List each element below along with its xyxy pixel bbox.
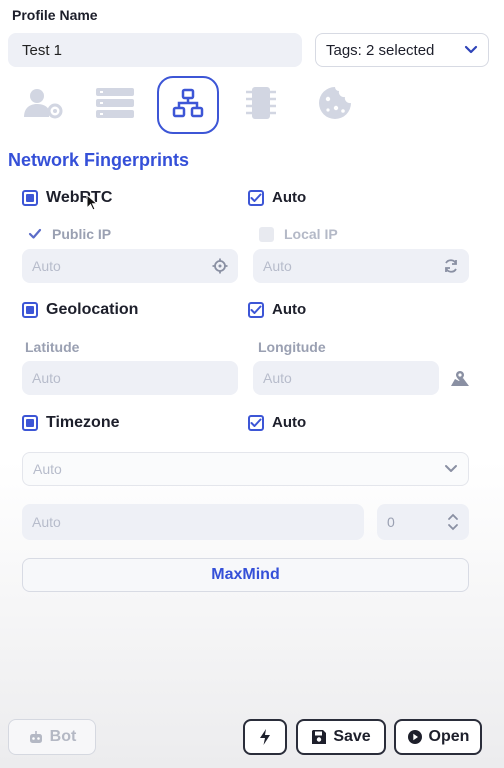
webrtc-label: WebRTC bbox=[46, 189, 113, 206]
mouse-cursor-icon bbox=[86, 194, 99, 211]
maxmind-label: MaxMind bbox=[211, 566, 280, 583]
latitude-input[interactable]: Auto bbox=[22, 361, 238, 395]
tab-profile-settings[interactable] bbox=[12, 76, 74, 134]
chevron-down-icon bbox=[445, 465, 457, 472]
public-ip-input[interactable]: Auto bbox=[22, 249, 238, 283]
open-label: Open bbox=[428, 728, 470, 745]
tab-hardware[interactable] bbox=[230, 76, 292, 134]
tags-select-label: Tags: 2 selected bbox=[326, 41, 435, 59]
profile-name-input[interactable]: Test 1 bbox=[8, 33, 302, 67]
local-ip-input[interactable]: Auto bbox=[253, 249, 469, 283]
check-icon bbox=[250, 305, 262, 314]
bot-button[interactable]: Bot bbox=[8, 719, 96, 755]
local-ip-label: Local IP bbox=[284, 226, 338, 242]
geolocation-label: Geolocation bbox=[46, 301, 139, 318]
geolocation-auto-label: Auto bbox=[272, 301, 307, 318]
refresh-icon[interactable] bbox=[443, 258, 459, 274]
check-icon bbox=[250, 193, 262, 202]
chip-icon bbox=[243, 83, 279, 128]
profile-name-label: Profile Name bbox=[12, 7, 98, 23]
bot-label: Bot bbox=[49, 728, 77, 745]
longitude-input[interactable]: Auto bbox=[253, 361, 439, 395]
geolocation-auto-checkbox[interactable] bbox=[248, 301, 264, 318]
servers-icon bbox=[94, 86, 136, 125]
webrtc-auto-toggle[interactable]: Auto bbox=[248, 189, 306, 206]
profile-name-value: Test 1 bbox=[22, 41, 63, 59]
lightning-icon bbox=[260, 729, 270, 745]
quick-action-button[interactable] bbox=[243, 719, 287, 755]
timezone-stepper[interactable]: 0 bbox=[377, 504, 469, 540]
play-circle-icon bbox=[407, 730, 422, 744]
tab-network[interactable] bbox=[157, 76, 219, 134]
check-icon bbox=[28, 228, 42, 239]
latitude-placeholder: Auto bbox=[32, 370, 61, 386]
public-ip-placeholder: Auto bbox=[32, 258, 61, 274]
geolocation-checkbox[interactable] bbox=[22, 302, 38, 318]
local-ip-checkbox[interactable] bbox=[259, 226, 274, 242]
tab-cookies[interactable] bbox=[304, 76, 366, 134]
timezone-offset-input[interactable]: Auto bbox=[22, 504, 364, 540]
timezone-checkbox[interactable] bbox=[22, 415, 38, 431]
webrtc-auto-checkbox[interactable] bbox=[248, 189, 264, 206]
geolocation-auto-toggle[interactable]: Auto bbox=[248, 301, 306, 318]
webrtc-checkbox[interactable] bbox=[22, 190, 38, 206]
check-icon bbox=[250, 418, 262, 427]
robot-icon bbox=[29, 731, 42, 743]
public-ip-label: Public IP bbox=[52, 226, 112, 242]
map-icon[interactable] bbox=[450, 370, 470, 388]
save-label: Save bbox=[333, 728, 371, 745]
local-ip-toggle[interactable]: Local IP bbox=[259, 226, 338, 242]
stepper-arrows-icon[interactable] bbox=[447, 511, 459, 533]
timezone-select[interactable]: Auto bbox=[22, 452, 469, 486]
save-button[interactable]: Save bbox=[296, 719, 386, 755]
save-icon bbox=[312, 730, 327, 744]
stepper-value: 0 bbox=[387, 514, 395, 530]
timezone-auto-toggle[interactable]: Auto bbox=[248, 414, 306, 431]
chevron-down-icon bbox=[464, 42, 478, 59]
timezone-select-value: Auto bbox=[33, 461, 62, 477]
network-icon bbox=[172, 88, 204, 123]
profile-settings-icon bbox=[21, 85, 65, 126]
timezone-offset-placeholder: Auto bbox=[32, 514, 61, 530]
tab-servers[interactable] bbox=[84, 76, 146, 134]
open-button[interactable]: Open bbox=[394, 719, 482, 755]
webrtc-auto-label: Auto bbox=[272, 189, 307, 206]
geolocation-toggle[interactable]: Geolocation bbox=[22, 301, 138, 319]
timezone-label: Timezone bbox=[46, 414, 120, 431]
tags-select[interactable]: Tags: 2 selected bbox=[315, 33, 489, 67]
public-ip-toggle[interactable]: Public IP bbox=[28, 226, 111, 242]
timezone-auto-checkbox[interactable] bbox=[248, 414, 264, 431]
longitude-label: Longitude bbox=[258, 339, 326, 355]
maxmind-button[interactable]: MaxMind bbox=[22, 558, 469, 592]
timezone-toggle[interactable]: Timezone bbox=[22, 414, 120, 432]
local-ip-placeholder: Auto bbox=[263, 258, 292, 274]
timezone-auto-label: Auto bbox=[272, 414, 307, 431]
section-title: Network Fingerprints bbox=[8, 150, 190, 170]
crosshair-icon[interactable] bbox=[212, 258, 228, 274]
longitude-placeholder: Auto bbox=[263, 370, 292, 386]
latitude-label: Latitude bbox=[25, 339, 80, 355]
cookie-icon bbox=[316, 84, 354, 127]
